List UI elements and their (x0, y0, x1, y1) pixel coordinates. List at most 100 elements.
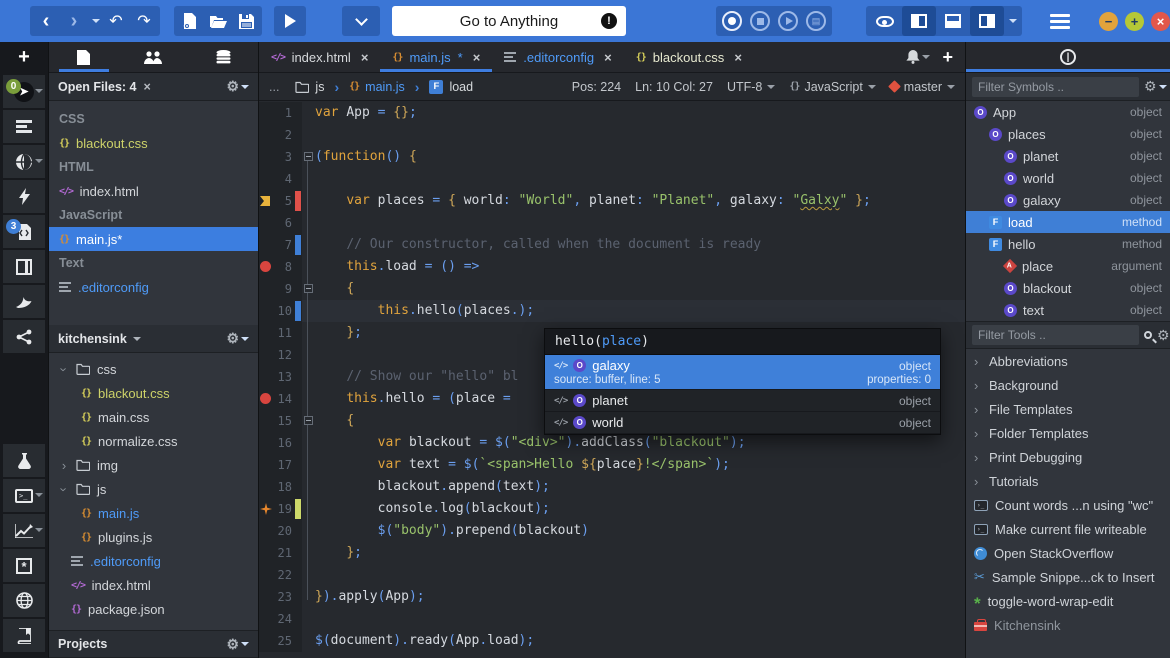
code-line-2[interactable]: 2 (259, 124, 965, 146)
gutter-marker-cell[interactable] (259, 190, 273, 212)
symbol-planet[interactable]: Oplanetobject (966, 145, 1170, 167)
code-line-5[interactable]: 5 var places = { world: "World", planet:… (259, 190, 965, 212)
tree-item[interactable]: {}normalize.css (49, 429, 258, 453)
tree-item[interactable]: ›css (49, 357, 258, 381)
symbol-places[interactable]: Oplacesobject (966, 123, 1170, 145)
gutter-marker-cell[interactable] (259, 234, 273, 256)
gutter-marker-cell[interactable] (259, 476, 273, 498)
symbol-world[interactable]: Oworldobject (966, 167, 1170, 189)
code-line-24[interactable]: 24 (259, 608, 965, 630)
bookmark-icon[interactable] (260, 196, 270, 206)
tool-folder-Tutorials[interactable]: ›Tutorials (966, 469, 1170, 493)
gutter-marker-cell[interactable] (259, 168, 273, 190)
window-close-button[interactable]: × (1151, 12, 1170, 31)
status-utf-8[interactable]: UTF-8 (727, 80, 775, 94)
project-caret[interactable] (133, 337, 141, 341)
gutter-marker-cell[interactable] (259, 542, 273, 564)
gutter-marker-cell[interactable] (259, 300, 273, 322)
file-group-header[interactable]: HTML (49, 155, 258, 179)
file-group-header[interactable]: Text (49, 251, 258, 275)
gutter-marker-cell[interactable] (259, 102, 273, 124)
add-pane-button[interactable]: + (0, 42, 48, 73)
breadcrumb-item[interactable]: {}main.js (349, 80, 405, 94)
code-line-25[interactable]: 25 $(document).ready(App.load); (259, 630, 965, 652)
open-file-item[interactable]: {}blackout.css (49, 131, 258, 155)
tab-close-icon[interactable]: × (473, 50, 481, 65)
autocomplete-item-planet[interactable]: </>Oplanetobject (545, 390, 940, 412)
tool-folder-Abbreviations[interactable]: ›Abbreviations (966, 349, 1170, 373)
code-line-10[interactable]: 10 this.hello(places.); (259, 300, 965, 322)
toggle-right-pane-button[interactable] (970, 6, 1004, 36)
editor-tab-blackout.css[interactable]: {}blackout.css × (624, 42, 754, 72)
symbols-gear-icon[interactable]: ⚙ (1144, 78, 1167, 95)
autocomplete-item-galaxy[interactable]: </>Ogalaxyobject source: buffer, line: 5… (545, 355, 940, 390)
code-line-16[interactable]: 16 var blackout = $("<div>").addClass("b… (259, 432, 965, 454)
gutter-marker-cell[interactable] (259, 498, 273, 520)
tab-databases[interactable] (188, 42, 258, 72)
back-button[interactable]: ‹ (32, 6, 60, 36)
symbol-text[interactable]: Otextobject (966, 299, 1170, 321)
gutter-marker-cell[interactable] (259, 256, 273, 278)
code-profiler-button[interactable] (3, 514, 45, 547)
code-line-22[interactable]: 22 (259, 564, 965, 586)
gutter-marker-cell[interactable] (259, 278, 273, 300)
gutter-marker-cell[interactable] (259, 564, 273, 586)
open-file-item[interactable]: </>index.html (49, 179, 258, 203)
tree-item[interactable]: ›js (49, 477, 258, 501)
code-line-21[interactable]: 21 }; (259, 542, 965, 564)
menu-button[interactable] (1046, 6, 1074, 36)
tools-gear-icon[interactable]: ⚙ (1157, 327, 1170, 344)
notifications-bell-icon[interactable] (906, 50, 930, 64)
symbol-blackout[interactable]: Oblackoutobject (966, 277, 1170, 299)
chevron-down-icon[interactable] (344, 6, 378, 36)
tool-item[interactable]: ›_Make current file writeable (966, 517, 1170, 541)
tab-close-icon[interactable]: × (604, 50, 612, 65)
history-caret[interactable] (88, 6, 102, 36)
gutter-marker-cell[interactable] (259, 146, 273, 168)
pigeon-button[interactable] (3, 285, 45, 318)
window-minimize-button[interactable]: − (1099, 12, 1118, 31)
tree-item[interactable]: .editorconfig (49, 549, 258, 573)
save-button[interactable] (232, 6, 260, 36)
breadcrumb-item[interactable]: Fload (429, 80, 473, 94)
code-editor[interactable]: 1 var App = {}; 2 3 (function() { 4 5 va… (259, 102, 965, 658)
window-zoom-button[interactable]: + (1125, 12, 1144, 31)
macro-stop-button[interactable] (746, 6, 774, 36)
tool-item[interactable]: Kitchensink (966, 613, 1170, 637)
preview-eye-button[interactable] (868, 6, 902, 36)
open-file-button[interactable] (204, 6, 232, 36)
symbol-load[interactable]: Floadmethod (966, 211, 1170, 233)
status-ln[interactable]: Ln: 10 Col: 27 (635, 80, 713, 94)
tool-folder-Background[interactable]: ›Background (966, 373, 1170, 397)
redo-button[interactable]: ↷ (130, 6, 158, 36)
code-line-20[interactable]: 20 $("body").prepend(blackout) (259, 520, 965, 542)
gutter-marker-cell[interactable] (259, 454, 273, 476)
search-input[interactable] (392, 13, 626, 30)
breakpoint-icon[interactable] (260, 393, 271, 404)
tab-close-icon[interactable]: × (361, 50, 369, 65)
editor-tab-main.js[interactable]: {}main.js * × (380, 42, 492, 72)
toggle-bottom-pane-button[interactable] (936, 6, 970, 36)
code-line-4[interactable]: 4 (259, 168, 965, 190)
file-group-header[interactable]: JavaScript (49, 203, 258, 227)
code-line-23[interactable]: 23 }).apply(App); (259, 586, 965, 608)
code-line-6[interactable]: 6 (259, 212, 965, 234)
minimap-pane-button[interactable] (3, 250, 45, 283)
fold-toggle-icon[interactable] (304, 416, 313, 425)
gutter-marker-cell[interactable] (259, 432, 273, 454)
undo-button[interactable]: ↶ (102, 6, 130, 36)
open-files-close-icon[interactable]: × (144, 80, 151, 94)
tool-item[interactable]: *toggle-word-wrap-edit (966, 589, 1170, 613)
filter-symbols-input[interactable] (972, 77, 1139, 97)
tool-item[interactable]: ›_Count words ...n using "wc" (966, 493, 1170, 517)
unit-testing-button[interactable] (3, 444, 45, 477)
code-line-3[interactable]: 3 (function() { (259, 146, 965, 168)
pane-layout-caret[interactable] (1004, 6, 1020, 36)
breakpoint-icon[interactable] (260, 261, 271, 272)
open-files-gear-icon[interactable]: ⚙ (226, 78, 249, 95)
toggle-left-pane-button[interactable] (902, 6, 936, 36)
gutter-marker-cell[interactable] (259, 586, 273, 608)
tree-item[interactable]: ›img (49, 453, 258, 477)
gutter-marker-cell[interactable] (259, 388, 273, 410)
tool-folder-Folder-Templates[interactable]: ›Folder Templates (966, 421, 1170, 445)
